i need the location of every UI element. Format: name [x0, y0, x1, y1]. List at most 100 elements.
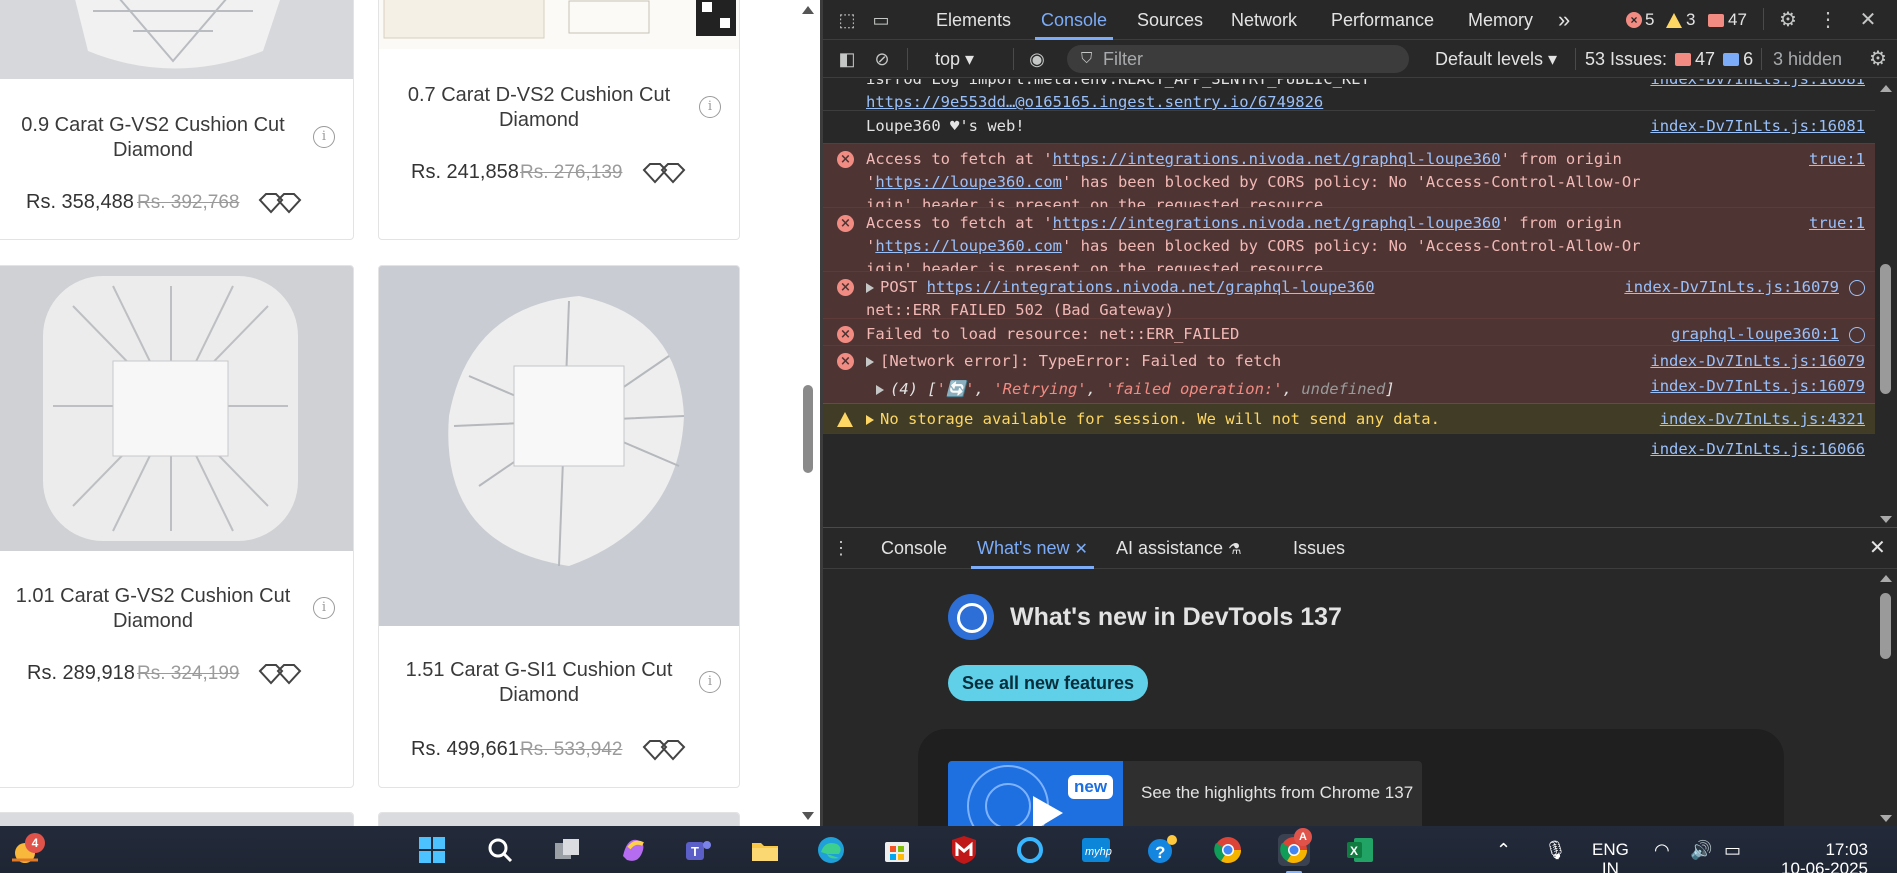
scrollbar-thumb[interactable] [1880, 264, 1891, 394]
source-link[interactable]: index-Dv7InLts.js:16079 [1650, 350, 1865, 373]
console-message[interactable]: index-Dv7InLts.js:16066 [823, 433, 1875, 463]
drawer-tab-issues[interactable]: Issues [1293, 528, 1345, 569]
diamond-image[interactable] [379, 266, 739, 626]
console-error[interactable]: × Access to fetch at 'https://integratio… [823, 207, 1875, 278]
ring-compare-icon[interactable] [641, 162, 687, 184]
clear-console-icon[interactable]: ⊘ [870, 47, 894, 71]
close-tab-icon[interactable]: ✕ [1075, 541, 1088, 558]
scroll-down-arrow-icon[interactable] [802, 812, 814, 820]
task-view-icon[interactable] [551, 834, 583, 866]
source-link[interactable]: index-Dv7InLts.js:16079 [1624, 276, 1865, 299]
chevron-up-icon[interactable]: ⌃ [1496, 840, 1511, 861]
console-error[interactable]: × Access to fetch at 'https://integratio… [823, 143, 1875, 214]
product-card[interactable] [378, 812, 740, 826]
scrollbar-thumb[interactable] [803, 385, 813, 473]
message-link[interactable]: https://loupe360.com [875, 173, 1062, 191]
cortana-icon[interactable] [1014, 834, 1046, 866]
close-drawer-icon[interactable]: ✕ [1869, 528, 1886, 569]
wifi-icon[interactable]: ◠ [1654, 840, 1670, 861]
see-all-features-button[interactable]: See all new features [948, 665, 1148, 701]
info-icon[interactable]: i [699, 671, 721, 693]
settings-gear-icon[interactable]: ⚙ [1776, 8, 1800, 32]
scroll-down-arrow-icon[interactable] [1880, 815, 1892, 822]
windows-start-icon[interactable] [416, 834, 448, 866]
page-scrollbar[interactable] [796, 0, 820, 826]
console-error[interactable]: × [Network error]: TypeError: Failed to … [823, 345, 1875, 403]
product-card[interactable] [0, 812, 354, 826]
ring-compare-icon[interactable] [257, 192, 303, 214]
expand-arrow-icon[interactable] [866, 356, 874, 367]
tab-console[interactable]: Console [1034, 0, 1114, 40]
tab-performance[interactable]: Performance [1331, 0, 1434, 40]
microphone-icon[interactable]: 🎙 [1544, 840, 1567, 861]
clock[interactable]: 17:03 10-06-2025 [1776, 840, 1868, 873]
ring-compare-icon[interactable] [257, 663, 303, 685]
teams-icon[interactable]: T [682, 834, 714, 866]
source-link[interactable]: graphql-loupe360:1 [1671, 323, 1865, 346]
copilot-icon[interactable] [617, 834, 649, 866]
tab-sources[interactable]: Sources [1137, 0, 1203, 40]
warning-counter[interactable]: 3 [1666, 10, 1695, 30]
message-link[interactable]: https://loupe360.com [875, 237, 1062, 255]
product-title[interactable]: 0.9 Carat G-VS2 Cushion Cut Diamond [13, 113, 293, 163]
error-counter[interactable]: × 5 [1626, 10, 1654, 30]
scroll-up-arrow-icon[interactable] [1880, 575, 1892, 582]
battery-icon[interactable]: ▭ [1724, 840, 1741, 861]
ring-compare-icon[interactable] [641, 739, 687, 761]
video-thumbnail[interactable]: new [948, 761, 1123, 826]
inspect-element-icon[interactable]: ⬚ [835, 8, 859, 32]
diamond-image[interactable] [0, 0, 353, 79]
chrome-profile-active-app[interactable]: A [1278, 828, 1312, 873]
source-link[interactable]: index-Dv7InLts.js:16081 [1650, 115, 1865, 138]
source-link[interactable]: index-Dv7InLts.js:16079 [1650, 375, 1865, 398]
source-link[interactable]: index-Dv7InLts.js:4321 [1660, 408, 1865, 431]
file-explorer-icon[interactable] [749, 834, 781, 866]
drawer-scrollbar[interactable] [1875, 569, 1897, 826]
get-help-icon[interactable]: ? [1146, 834, 1178, 866]
info-icon[interactable]: i [313, 597, 335, 619]
scrollbar-thumb[interactable] [1880, 593, 1891, 659]
product-card[interactable]: 1.01 Carat G-VS2 Cushion Cut Diamond i R… [0, 265, 354, 788]
log-levels-dropdown[interactable]: Default levels ▾ [1435, 49, 1557, 70]
mcafee-icon[interactable] [948, 834, 980, 866]
drawer-tab-ai-assistance[interactable]: AI assistance ⚗ [1116, 528, 1242, 569]
drawer-menu-icon[interactable]: ⋮ [829, 536, 853, 560]
console-settings-gear-icon[interactable]: ⚙ [1866, 47, 1890, 71]
more-tabs-button[interactable]: » [1558, 0, 1570, 40]
highlights-link[interactable]: new See the highlights from Chrome 137 [948, 761, 1422, 826]
tab-elements[interactable]: Elements [936, 0, 1011, 40]
product-title[interactable]: 0.7 Carat D-VS2 Cushion Cut Diamond [399, 83, 679, 133]
sidebar-toggle-icon[interactable]: ◧ [835, 47, 859, 71]
message-link[interactable]: https://integrations.nivoda.net/graphql-… [1053, 214, 1501, 232]
message-link[interactable]: https://9e553dd…@o165165.ingest.sentry.i… [866, 93, 1323, 111]
expand-arrow-icon[interactable] [866, 414, 874, 425]
product-card[interactable]: 0.7 Carat D-VS2 Cushion Cut Diamond i Rs… [378, 0, 740, 240]
diamond-image[interactable] [0, 266, 353, 551]
myhp-icon[interactable]: myhp [1080, 834, 1112, 866]
certificate-image[interactable] [379, 0, 739, 49]
filter-input[interactable] [1103, 48, 1393, 70]
console-scrollbar[interactable] [1875, 79, 1897, 527]
chrome-icon[interactable] [1212, 834, 1244, 866]
product-card[interactable]: 1.51 Carat G-SI1 Cushion Cut Diamond i R… [378, 265, 740, 788]
product-title[interactable]: 1.51 Carat G-SI1 Cushion Cut Diamond [399, 658, 679, 708]
source-link[interactable]: index-Dv7InLts.js:16066 [1650, 438, 1865, 461]
console-error[interactable]: × Failed to load resource: net::ERR_FAIL… [823, 318, 1875, 345]
product-card[interactable]: 0.9 Carat G-VS2 Cushion Cut Diamond i Rs… [0, 0, 354, 240]
console-error[interactable]: × POST https://integrations.nivoda.net/g… [823, 271, 1875, 319]
live-expression-eye-icon[interactable]: ◉ [1025, 47, 1049, 71]
search-icon[interactable] [484, 834, 516, 866]
kebab-menu-icon[interactable]: ⋮ [1816, 8, 1840, 32]
console-warning[interactable]: No storage available for session. We wil… [823, 403, 1875, 433]
close-icon[interactable]: ✕ [1856, 8, 1880, 32]
edge-browser-icon[interactable] [815, 834, 847, 866]
issues-button[interactable]: 53 Issues: 47 6 [1585, 49, 1753, 70]
expand-arrow-icon[interactable] [876, 384, 884, 395]
drawer-tab-whats-new[interactable]: What's new ✕ [971, 528, 1094, 569]
message-link[interactable]: https://integrations.nivoda.net/graphql-… [1053, 150, 1501, 168]
device-toolbar-icon[interactable]: ▭ [869, 8, 893, 32]
volume-icon[interactable]: 🔊 [1690, 840, 1712, 861]
message-link[interactable]: https://integrations.nivoda.net/graphql-… [927, 278, 1375, 296]
scroll-up-arrow-icon[interactable] [1880, 85, 1892, 92]
context-selector[interactable]: top ▾ [935, 49, 974, 70]
